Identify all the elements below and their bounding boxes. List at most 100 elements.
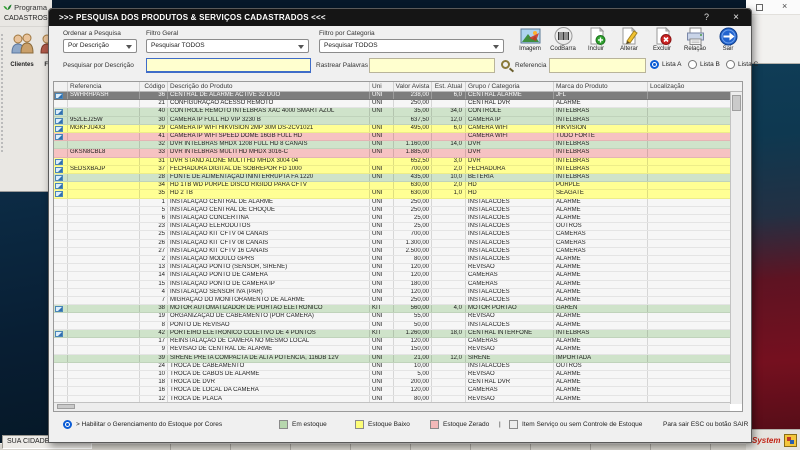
- lista-a-radio[interactable]: [650, 60, 659, 69]
- clientes-button[interactable]: Clientes: [5, 32, 39, 68]
- table-row[interactable]: 41CAMERA IP WIFI SPEED DOME 16GB FULL HD…: [54, 133, 730, 141]
- cell: 1.885,00: [394, 149, 432, 156]
- cell: [68, 100, 140, 107]
- product-image-icon[interactable]: [55, 167, 63, 173]
- excluir-button[interactable]: Excluir: [646, 26, 678, 63]
- table-row[interactable]: 42PORTEIRO ELETRÔNICO COLETIVO DE 4 PONT…: [54, 330, 730, 338]
- relacao-button[interactable]: Relação: [679, 26, 711, 63]
- search-icon[interactable]: [501, 60, 510, 69]
- table-row[interactable]: 9REVISÃO DE CENTRAL DE ALARMEUNI150,00RE…: [54, 346, 730, 354]
- filtro-geral-select[interactable]: Pesquisar TODOS: [146, 39, 309, 53]
- product-image-icon[interactable]: [55, 191, 63, 197]
- table-row[interactable]: SWHRHPASH36CENTRAL DE ALARME ACTIVE 32 D…: [54, 92, 730, 100]
- table-row[interactable]: 13INSTALAÇÃO PONTO (SENSOR, SIRENE)UNI12…: [54, 264, 730, 272]
- table-row[interactable]: MGKFJU4X329CAMERA IP WIFI HIKVISION 2MP …: [54, 125, 730, 133]
- col-descricao: Descrição do Produto: [168, 82, 370, 91]
- cell: [54, 199, 68, 206]
- cell: MOTOR AUTOMATIZADOR DE PORTÃO ELETRONICO: [168, 305, 370, 312]
- table-row[interactable]: 2INSTALAÇÃO MODULO GPRSUNI80,00INSTALACO…: [54, 256, 730, 264]
- product-image-icon[interactable]: [55, 306, 63, 312]
- table-row[interactable]: 5INSTALAÇÃO CENTRAL DE CHOQUEUNI250,00IN…: [54, 207, 730, 215]
- table-row[interactable]: 34HD 1TB WD PURPLE DISCO RIGIDO PARA CFT…: [54, 182, 730, 190]
- table-row[interactable]: 4INSTALAÇÃO SENSOR IVA (PAR)UNI120,00INS…: [54, 289, 730, 297]
- cell: [54, 223, 68, 230]
- table-row[interactable]: 25INSTALAÇÃO KIT CFTV 04 CANAISUNI700,00…: [54, 231, 730, 239]
- product-image-icon[interactable]: [55, 183, 63, 189]
- vertical-scrollbar[interactable]: [730, 92, 742, 404]
- table-row[interactable]: GKSN8CBL833DVR INTELBRAS MULTI HD MHDX 3…: [54, 149, 730, 157]
- dialog-close-button[interactable]: ×: [733, 9, 739, 26]
- table-row[interactable]: 35HD 2 TBUNI630,001,0HDSEAGATE: [54, 190, 730, 198]
- horizontal-scrollbar[interactable]: [54, 402, 730, 411]
- maximize-icon[interactable]: [756, 4, 763, 11]
- cell: 26: [140, 240, 168, 247]
- menu-cadastros[interactable]: CADASTROS: [0, 13, 52, 27]
- stock-colors-toggle[interactable]: [63, 420, 72, 429]
- cell: 150,00: [394, 346, 432, 353]
- product-image-icon[interactable]: [55, 175, 63, 181]
- rastrear-palavras-input[interactable]: [369, 58, 495, 73]
- table-row[interactable]: 27INSTALAÇÃO KIT CFTV 16 CANAISUNI2.500,…: [54, 248, 730, 256]
- cell: [68, 289, 140, 296]
- table-row[interactable]: 38MOTOR AUTOMATIZADOR DE PORTÃO ELETRONI…: [54, 305, 730, 313]
- table-row[interactable]: 952LEJ25W30CAMERA IP FULL HD VIP 3230 B6…: [54, 117, 730, 125]
- cell: UNI: [370, 207, 394, 214]
- dialog-titlebar[interactable]: >>> PESQUISA DOS PRODUTOS & SERVIÇOS CAD…: [49, 9, 751, 26]
- table-row[interactable]: 26INSTALAÇÃO KIT CFTV 08 CANAISUNI1.300,…: [54, 240, 730, 248]
- table-row[interactable]: 18TROCA DE DVRUNI200,00CENTRAL DVRALARME: [54, 379, 730, 387]
- close-icon[interactable]: ×: [782, 1, 787, 11]
- product-image-icon[interactable]: [55, 331, 63, 337]
- referencia-input[interactable]: [549, 58, 646, 73]
- product-image-icon[interactable]: [55, 93, 63, 99]
- lista-c-radio[interactable]: [726, 60, 735, 69]
- cell: CONTROLE: [466, 108, 554, 115]
- cell: [648, 190, 730, 197]
- table-row[interactable]: 16TROCA DE LOCAL DA CÂMERAUNI120,00CAMER…: [54, 387, 730, 395]
- cell: 40: [140, 108, 168, 115]
- filtro-categoria-select[interactable]: Pesquisar TODOS: [319, 39, 504, 53]
- table-row[interactable]: 6INSTALAÇÃO CONCERTINAUNI25,00INSTALACOE…: [54, 215, 730, 223]
- table-row[interactable]: 21CONFIGURAÇÃO ACESSO REMOTOUNI250,00CEN…: [54, 100, 730, 108]
- lista-b-radio[interactable]: [688, 60, 697, 69]
- product-image-icon[interactable]: [55, 134, 63, 140]
- imagem-button[interactable]: Imagem: [514, 26, 546, 63]
- cell: CAMERAS: [466, 281, 554, 288]
- table-row[interactable]: 40CONTROLE REMOTO INTELBRAS XAC 4000 SMA…: [54, 108, 730, 116]
- pesquisar-descricao-input[interactable]: [146, 58, 311, 73]
- cell: 12,0: [432, 117, 466, 124]
- table-row[interactable]: 39SIRENE PRETA COMPACTA DE ALTA POTENCIA…: [54, 355, 730, 363]
- cell: [54, 264, 68, 271]
- product-image-icon[interactable]: [55, 118, 63, 124]
- table-row[interactable]: SEDSXBAJP37FECHADURA DIGITAL DE SOBREPOR…: [54, 166, 730, 174]
- cell: 10,0: [432, 174, 466, 181]
- cell: CAMERA IP: [466, 117, 554, 124]
- table-row[interactable]: 24TROCA DE CABEAMENTOUNI10,00INSTALACOES…: [54, 363, 730, 371]
- table-row[interactable]: 15INSTALAÇÃO PONTO DE CAMERA IPUNI180,00…: [54, 281, 730, 289]
- cell: OUTROS: [554, 223, 648, 230]
- table-row[interactable]: 19ORGANIZAÇÃO DE CABEAMENTO (POR CAMERA)…: [54, 313, 730, 321]
- cell: ALARME: [554, 371, 648, 378]
- table-row[interactable]: 8PONTO DE REVISÃOUNI50,00INSTALACOESALAR…: [54, 322, 730, 330]
- scrollbar-thumb[interactable]: [732, 95, 741, 111]
- scrollbar-thumb[interactable]: [57, 404, 75, 409]
- table-row[interactable]: 1INSTALAÇÃO CENTRAL DE ALARMEUNI250,00IN…: [54, 199, 730, 207]
- cell: INSTALAÇÃO KIT CFTV 08 CANAIS: [168, 240, 370, 247]
- cell: BETERIA: [466, 174, 554, 181]
- table-row[interactable]: 31DVR STAND ALONE MULTI HD MHDX 3004 046…: [54, 158, 730, 166]
- cell: [68, 363, 140, 370]
- product-image-icon[interactable]: [55, 159, 63, 165]
- cell: UNI: [370, 215, 394, 222]
- product-image-icon[interactable]: [55, 109, 63, 115]
- cell: HD 1TB WD PURPLE DISCO RIGIDO PARA CFTV: [168, 182, 370, 189]
- help-button[interactable]: ?: [704, 9, 709, 26]
- table-row[interactable]: 7MIGRAÇÃO DO MONITORAMENTO DE ALARMEUNI2…: [54, 297, 730, 305]
- table-row[interactable]: 17REINSTALAÇÃO DE CAMERA NO MESMO LOCALU…: [54, 338, 730, 346]
- table-row[interactable]: 28FONTE DE ALIMENTAÇÃO ININTERRUPTA FA 1…: [54, 174, 730, 182]
- sair-button[interactable]: Sair: [712, 26, 744, 63]
- table-row[interactable]: 32DVR INTELBRAS MHDX 1208 FULL HD 8 CANA…: [54, 141, 730, 149]
- ordenar-select[interactable]: Por Descrição: [63, 39, 137, 53]
- table-row[interactable]: 23INSTALAÇÃO ELERODUTOSUNI25,00INSTALACO…: [54, 223, 730, 231]
- product-image-icon[interactable]: [55, 126, 63, 132]
- table-row[interactable]: 14INSTALAÇÃO PONTO DE CAMERAUNI120,00CAM…: [54, 272, 730, 280]
- table-row[interactable]: 10TROCA DE CABOS DE ALARMEUNI5,00REVISAO…: [54, 371, 730, 379]
